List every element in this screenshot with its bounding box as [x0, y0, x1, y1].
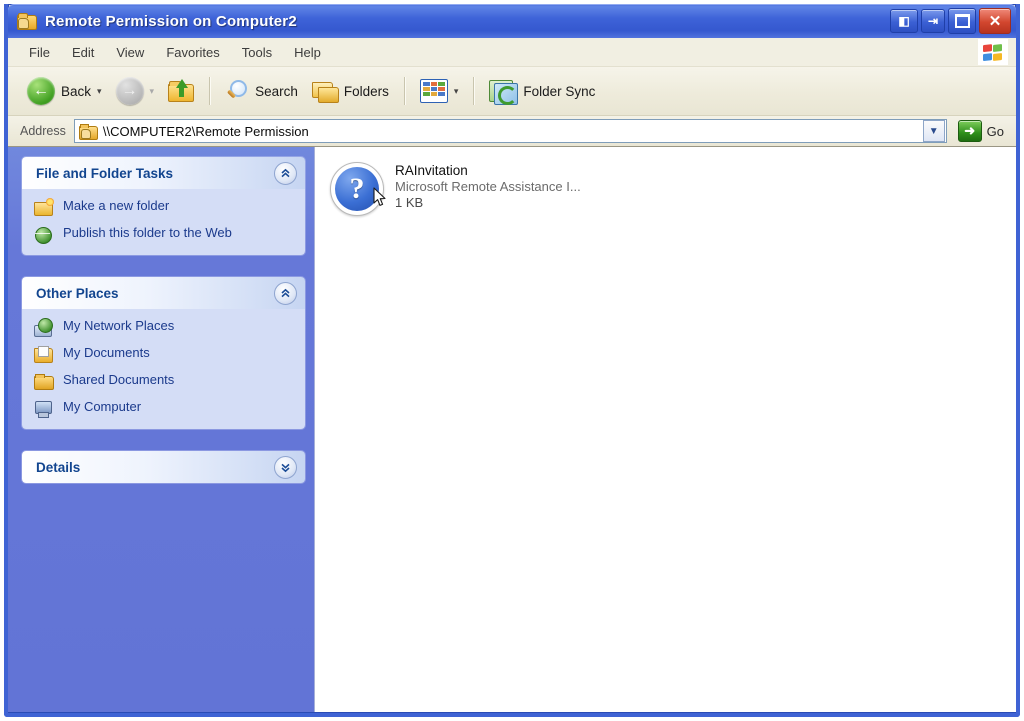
- menu-item-favorites[interactable]: Favorites: [155, 42, 230, 63]
- maximize-button[interactable]: [948, 8, 976, 34]
- address-input[interactable]: \\COMPUTER2\Remote Permission ▼: [73, 119, 947, 143]
- close-icon: ✕: [988, 12, 1002, 30]
- panel-title: Other Places: [36, 285, 119, 301]
- panel-file-and-folder-tasks: File and Folder Tasks Make a new folder: [22, 157, 305, 255]
- title-bar: Remote Permission on Computer2 ◧ ⇥ ✕: [8, 4, 1016, 38]
- go-label: Go: [986, 123, 1004, 139]
- menu-item-edit[interactable]: Edit: [61, 42, 105, 63]
- network-places-icon: [34, 318, 54, 337]
- chevron-down-icon: ▼: [928, 125, 939, 137]
- panel-header[interactable]: Details: [22, 451, 305, 483]
- collapse-chevron-icon[interactable]: [274, 161, 297, 185]
- menu-item-file[interactable]: File: [18, 42, 61, 63]
- folder-sync-icon: [489, 79, 519, 105]
- back-arrow-icon: ←: [27, 77, 55, 105]
- shared-folder-icon: [78, 123, 98, 140]
- panel-other-places: Other Places My Network Places My Docume…: [22, 277, 305, 429]
- maximize-icon: [954, 14, 970, 28]
- split-view-button[interactable]: ◧: [890, 9, 918, 33]
- restore-down-button[interactable]: ⇥: [921, 9, 945, 33]
- place-my-computer[interactable]: My Computer: [34, 399, 295, 418]
- publish-web-icon: [34, 225, 54, 244]
- views-icon: [419, 79, 448, 103]
- toolbar-separator: [473, 77, 475, 105]
- folder-sync-button[interactable]: Folder Sync: [482, 76, 602, 106]
- place-my-documents[interactable]: My Documents: [34, 345, 295, 364]
- address-bar: Address \\COMPUTER2\Remote Permission ▼ …: [8, 116, 1016, 147]
- up-one-level-button[interactable]: [161, 77, 201, 105]
- folders-button[interactable]: Folders: [305, 78, 396, 105]
- window-body: File and Folder Tasks Make a new folder: [8, 147, 1016, 712]
- window-title: Remote Permission on Computer2: [45, 12, 297, 30]
- question-mark-file-icon: ?: [329, 161, 385, 217]
- file-type: Microsoft Remote Assistance I...: [395, 179, 581, 194]
- forward-button[interactable]: → ▾: [109, 74, 162, 108]
- toolbar-separator: [403, 77, 405, 105]
- explorer-window: Remote Permission on Computer2 ◧ ⇥ ✕ Fil…: [4, 4, 1020, 717]
- task-label: Make a new folder: [63, 198, 170, 213]
- task-publish-folder-to-web[interactable]: Publish this folder to the Web: [34, 225, 295, 244]
- go-button[interactable]: ➜ Go: [956, 119, 1010, 143]
- menu-item-tools[interactable]: Tools: [231, 42, 283, 63]
- file-list[interactable]: ? RAInvitation Microsoft Remote Assistan…: [314, 147, 1016, 712]
- new-folder-icon: [34, 198, 54, 217]
- place-my-network-places[interactable]: My Network Places: [34, 318, 295, 337]
- place-shared-documents[interactable]: Shared Documents: [34, 372, 295, 391]
- panel-details: Details: [22, 451, 305, 483]
- menu-bar: File Edit View Favorites Tools Help: [8, 38, 1016, 67]
- shared-folder-icon: [16, 11, 38, 31]
- panel-header[interactable]: File and Folder Tasks: [22, 157, 305, 189]
- search-label: Search: [255, 83, 298, 99]
- collapse-chevron-icon[interactable]: [274, 281, 297, 305]
- task-label: Publish this folder to the Web: [63, 225, 232, 240]
- place-label: My Computer: [63, 399, 142, 414]
- back-dropdown-caret[interactable]: ▾: [97, 86, 102, 97]
- panel-title: Details: [36, 459, 81, 475]
- place-label: My Documents: [63, 345, 150, 360]
- expand-chevron-icon[interactable]: [274, 455, 297, 479]
- place-label: Shared Documents: [63, 372, 175, 387]
- file-name: RAInvitation: [395, 163, 468, 178]
- folders-label: Folders: [343, 83, 389, 99]
- folders-icon: [311, 81, 339, 103]
- go-arrow-icon: ➜: [957, 120, 982, 142]
- folder-sync-label: Folder Sync: [523, 83, 596, 99]
- search-button[interactable]: Search: [218, 76, 305, 106]
- toolbar: ← Back ▾ → ▾ Search Folders ▾ Folder Syn…: [8, 67, 1016, 116]
- split-view-icon: ◧: [898, 14, 910, 28]
- my-computer-icon: [34, 399, 54, 418]
- address-label: Address: [20, 124, 66, 138]
- restore-small-icon: ⇥: [927, 14, 939, 28]
- close-button[interactable]: ✕: [979, 8, 1011, 34]
- my-documents-icon: [34, 345, 54, 364]
- menu-item-help[interactable]: Help: [283, 42, 332, 63]
- file-size: 1 KB: [395, 195, 424, 210]
- up-one-level-icon: [168, 79, 195, 102]
- place-label: My Network Places: [63, 318, 175, 333]
- forward-arrow-icon: →: [115, 77, 144, 105]
- windows-flag-icon: [978, 39, 1008, 65]
- window-controls: ◧ ⇥ ✕: [890, 8, 1011, 34]
- task-pane: File and Folder Tasks Make a new folder: [8, 147, 314, 712]
- views-dropdown-caret[interactable]: ▾: [454, 86, 459, 97]
- list-item[interactable]: ? RAInvitation Microsoft Remote Assistan…: [329, 161, 659, 217]
- address-dropdown-button[interactable]: ▼: [922, 120, 945, 142]
- panel-title: File and Folder Tasks: [36, 165, 174, 181]
- task-make-new-folder[interactable]: Make a new folder: [34, 198, 295, 217]
- forward-dropdown-caret[interactable]: ▾: [150, 86, 155, 97]
- file-meta: RAInvitation Microsoft Remote Assistance…: [395, 161, 581, 210]
- address-value: \\COMPUTER2\Remote Permission: [102, 123, 309, 139]
- panel-body: Make a new folder Publish this folder to…: [22, 189, 305, 255]
- search-icon: [225, 79, 249, 103]
- back-button[interactable]: ← Back ▾: [20, 74, 109, 108]
- views-button[interactable]: ▾: [413, 76, 466, 106]
- panel-body: My Network Places My Documents Shared Do…: [22, 309, 305, 429]
- menu-item-view[interactable]: View: [105, 42, 155, 63]
- shared-documents-icon: [34, 372, 54, 391]
- back-label: Back: [61, 83, 92, 99]
- panel-header[interactable]: Other Places: [22, 277, 305, 309]
- toolbar-separator: [209, 77, 211, 105]
